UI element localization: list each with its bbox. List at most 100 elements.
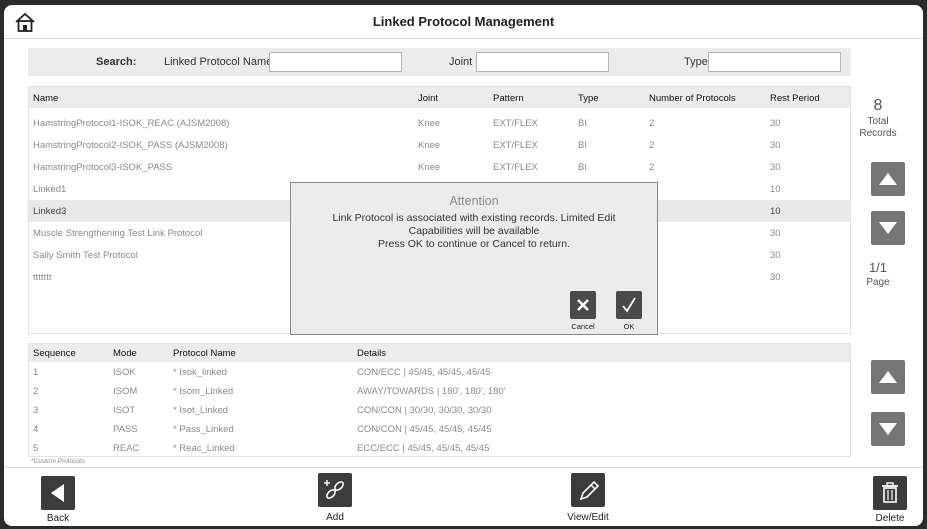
- delete-label: Delete: [875, 513, 905, 524]
- col-mode: Mode: [113, 348, 137, 359]
- row-type: BI: [578, 118, 587, 129]
- row-name: Linked1: [33, 184, 67, 195]
- col-joint[interactable]: Joint: [418, 93, 438, 104]
- col-name[interactable]: Name: [33, 93, 58, 104]
- attention-dialog: Attention Link Protocol is associated wi…: [290, 182, 658, 335]
- row-type: BI: [578, 140, 587, 151]
- col-details: Details: [357, 348, 387, 359]
- col-protocol-name: Protocol Name: [173, 348, 236, 359]
- type-search-label: Type: [684, 56, 708, 68]
- seq-number: 1: [33, 367, 39, 378]
- seq-protocol-name: * Pass_Linked: [173, 424, 234, 435]
- delete-button[interactable]: [873, 476, 907, 510]
- dialog-title: Attention: [449, 194, 499, 208]
- list-item[interactable]: 1 ISOK * Isok_linked CON/ECC | 45/45, 45…: [29, 363, 850, 382]
- col-protocol-count[interactable]: Number of Protocols: [649, 93, 736, 104]
- row-name: Muscle Strengthening Test Link Protocol: [33, 228, 203, 239]
- records-down-button[interactable]: [871, 211, 905, 245]
- dialog-message-line-3: Press OK to continue or Cancel to return…: [377, 238, 570, 250]
- dialog-message: Link Protocol is associated with existin…: [301, 212, 647, 251]
- total-records-label: Total: [867, 116, 889, 127]
- dialog-message-line-2: Capabilities will be available: [408, 225, 540, 237]
- app-window: Linked Protocol Management Search: Linke…: [4, 5, 923, 526]
- name-search-label: Linked Protocol Name: [164, 56, 273, 68]
- seq-protocol-name: * Isom_Linked: [173, 386, 234, 397]
- col-rest-period[interactable]: Rest Period: [770, 93, 820, 104]
- joint-search-input[interactable]: [476, 52, 609, 72]
- seq-details: ECC/ECC | 45/45, 45/45, 45/45: [357, 443, 490, 454]
- dialog-message-line-1: Link Protocol is associated with existin…: [332, 212, 616, 224]
- row-count: 2: [649, 162, 655, 173]
- row-joint: Knee: [418, 118, 441, 129]
- sequence-up-button[interactable]: [871, 360, 905, 394]
- total-records-count: 8: [873, 97, 883, 114]
- ok-button[interactable]: [616, 291, 642, 319]
- seq-details: CON/CON | 30/30, 30/30, 30/30: [357, 405, 492, 416]
- row-name: HamstringProtocol3-ISOK_PASS: [33, 162, 173, 173]
- row-type: BI: [578, 162, 587, 173]
- table-row[interactable]: HamstringProtocol3-ISOK_PASS Knee EXT/FL…: [29, 156, 850, 178]
- ok-label: OK: [623, 322, 635, 331]
- list-item[interactable]: 5 REAC * Reac_Linked ECC/ECC | 45/45, 45…: [29, 439, 850, 457]
- row-count: 2: [649, 118, 655, 129]
- row-rest: 30: [770, 162, 781, 173]
- arrow-up-icon: [879, 371, 897, 383]
- sequence-table-header: Sequence Mode Protocol Name Details: [29, 344, 850, 362]
- title-bar: Linked Protocol Management: [4, 5, 923, 39]
- back-label: Back: [46, 513, 70, 524]
- table-row[interactable]: HamstringProtocol2-ISOK_PASS (AJSM2008) …: [29, 134, 850, 156]
- arrow-down-icon: [879, 423, 897, 435]
- name-search-input[interactable]: [269, 52, 402, 72]
- row-rest: 30: [770, 140, 781, 151]
- row-name: Linked3: [33, 206, 67, 217]
- seq-details: CON/ECC | 45/45, 45/45, 45/45: [357, 367, 491, 378]
- seq-mode: REAC: [113, 443, 140, 454]
- view-edit-button[interactable]: [571, 473, 605, 507]
- seq-mode: ISOK: [113, 367, 136, 378]
- row-pattern: EXT/FLEX: [493, 140, 538, 151]
- joint-search-label: Joint: [449, 56, 473, 68]
- add-button[interactable]: [318, 473, 352, 507]
- pencil-icon: [579, 480, 600, 501]
- seq-number: 2: [33, 386, 39, 397]
- arrow-down-icon: [879, 222, 897, 234]
- col-pattern[interactable]: Pattern: [493, 93, 524, 104]
- cancel-label: Cancel: [571, 322, 595, 331]
- row-rest: 30: [770, 250, 781, 261]
- seq-number: 4: [33, 424, 39, 435]
- list-item[interactable]: 2 ISOM * Isom_Linked AWAY/TOWARDS | 180'…: [29, 382, 850, 401]
- list-item[interactable]: 4 PASS * Pass_Linked CON/CON | 45/45, 45…: [29, 420, 850, 439]
- custom-protocols-note: *Custom Protocols: [31, 458, 85, 465]
- row-name: ttttttt: [33, 272, 52, 283]
- bottom-toolbar: Back Add View/Edit Delete: [4, 467, 923, 526]
- row-rest: 30: [770, 272, 781, 283]
- records-up-button[interactable]: [871, 162, 905, 196]
- total-records-label-2: Records: [859, 128, 897, 139]
- page-indicator: 1/1: [868, 260, 888, 275]
- list-item[interactable]: 3 ISOT * Isot_Linked CON/CON | 30/30, 30…: [29, 401, 850, 420]
- row-rest: 30: [770, 118, 781, 129]
- seq-details: CON/CON | 45/45, 45/45, 45/45: [357, 424, 492, 435]
- row-rest: 30: [770, 228, 781, 239]
- seq-protocol-name: * Isok_linked: [173, 367, 227, 378]
- row-count: 2: [649, 140, 655, 151]
- row-joint: Knee: [418, 140, 441, 151]
- check-icon: [622, 297, 636, 313]
- page-label: Page: [866, 277, 890, 288]
- x-icon: [577, 299, 589, 311]
- row-name: HamstringProtocol1-ISOK_REAC (AJSM2008): [33, 118, 230, 129]
- row-pattern: EXT/FLEX: [493, 162, 538, 173]
- row-joint: Knee: [418, 162, 441, 173]
- trash-icon: [882, 482, 898, 503]
- row-pattern: EXT/FLEX: [493, 118, 538, 129]
- protocol-table-header: Name Joint Pattern Type Number of Protoc…: [29, 87, 850, 108]
- table-row[interactable]: HamstringProtocol1-ISOK_REAC (AJSM2008) …: [29, 112, 850, 134]
- sequence-down-button[interactable]: [871, 412, 905, 446]
- cancel-button[interactable]: [570, 291, 596, 319]
- back-button[interactable]: [41, 476, 75, 510]
- type-search-input[interactable]: [708, 52, 841, 72]
- search-label: Search:: [96, 56, 137, 68]
- col-type[interactable]: Type: [578, 93, 599, 104]
- link-add-icon: [324, 480, 344, 499]
- seq-mode: ISOM: [113, 386, 138, 397]
